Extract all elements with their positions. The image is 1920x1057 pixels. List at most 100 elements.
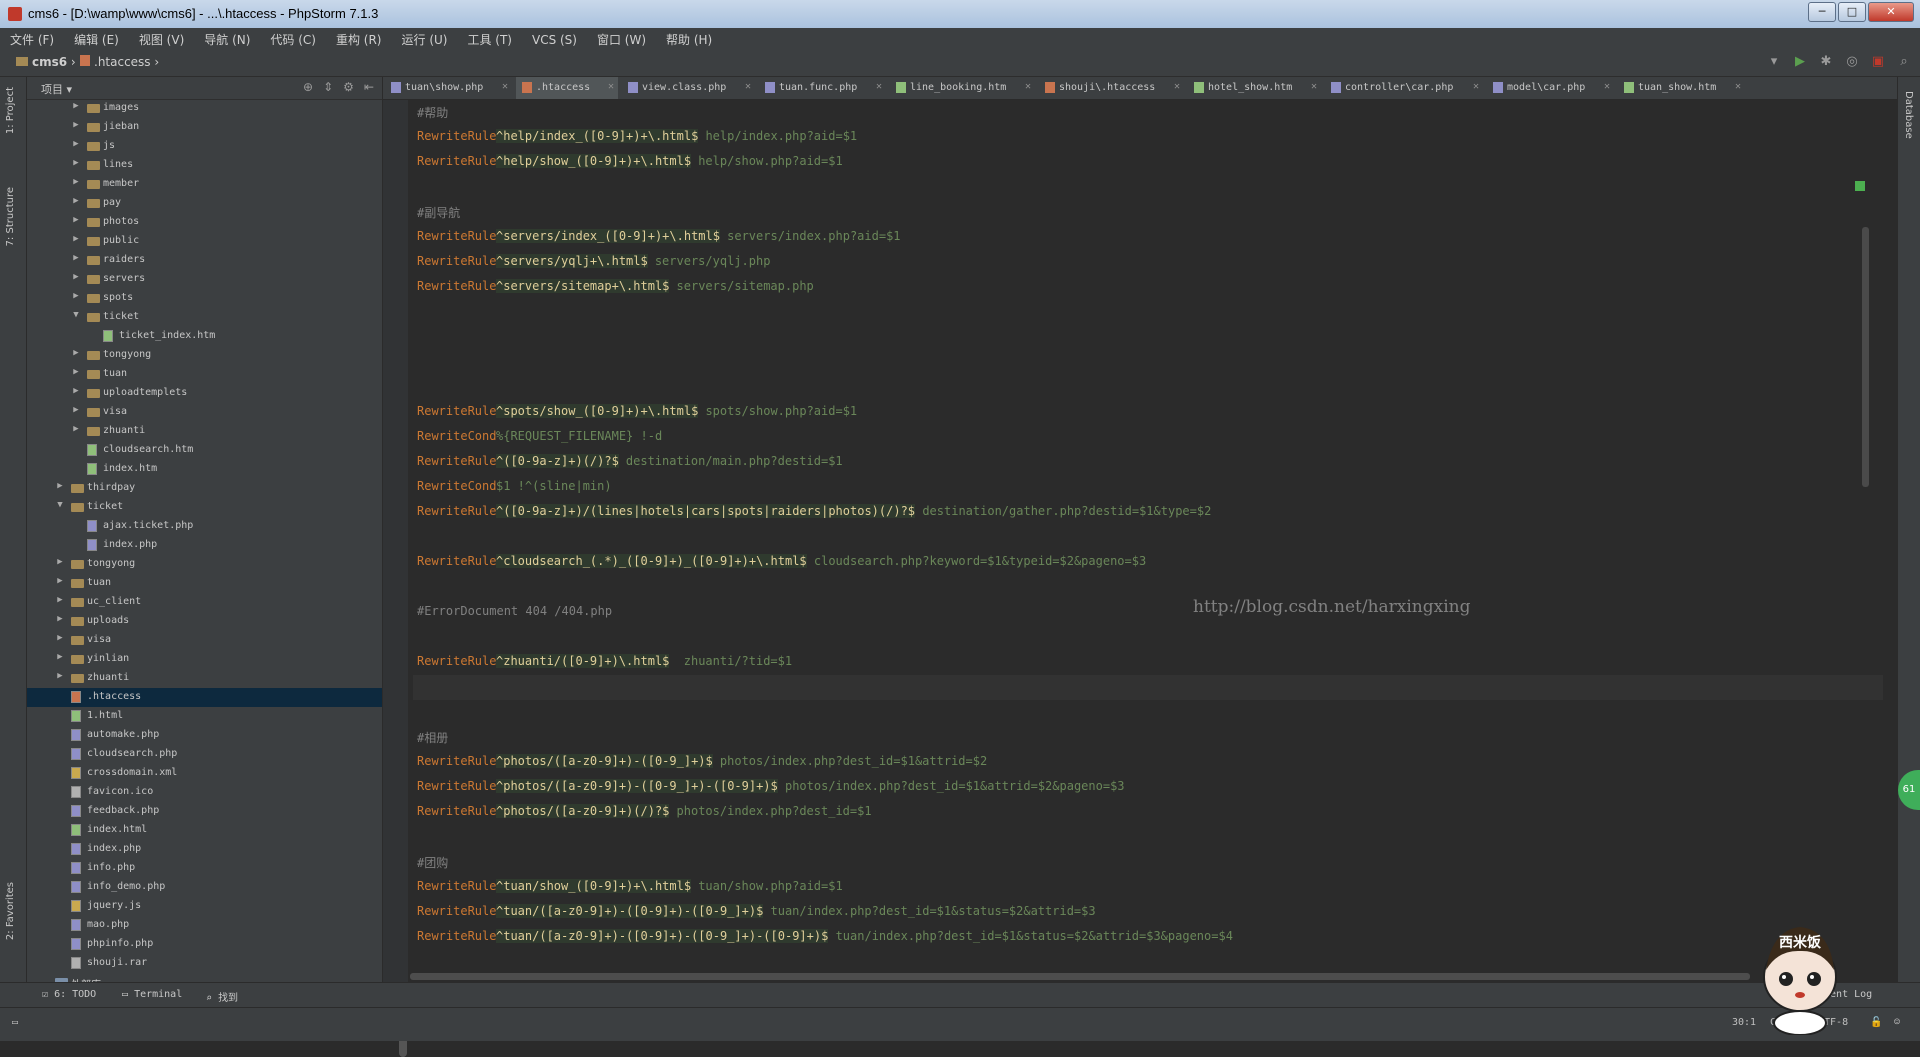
code-line[interactable]: RewriteRule ^([0-9a-z]+)/(lines|hotels|ca… (413, 500, 1883, 525)
editor-horizontal-scrollbar[interactable] (410, 973, 1750, 980)
collapsed-arrow-icon[interactable]: ▶ (55, 557, 65, 567)
tree-folder-item[interactable]: ▶ images (27, 99, 382, 118)
tree-file-item[interactable]: favicon.ico (27, 783, 382, 802)
listen-debug-icon[interactable]: ◎ (1844, 54, 1860, 70)
tree-folder-item[interactable]: ▶ tuan (27, 365, 382, 384)
editor-tab[interactable]: .htaccess ✕ (516, 77, 618, 99)
close-tab-icon[interactable]: ✕ (1735, 81, 1741, 92)
code-line[interactable] (413, 175, 1883, 200)
tool-windows-toggle-icon[interactable]: ▭ (12, 1017, 18, 1028)
collapsed-arrow-icon[interactable]: ▶ (71, 405, 81, 415)
editor-tab[interactable]: tuan\show.php ✕ (385, 77, 512, 99)
collapsed-arrow-icon[interactable]: ▶ (71, 158, 81, 168)
maximize-button[interactable]: □ (1838, 2, 1866, 22)
collapsed-arrow-icon[interactable]: ▶ (55, 652, 65, 662)
breadcrumb-project[interactable]: cms6 › (16, 55, 76, 69)
code-line[interactable]: RewriteRule ^tuan/show_([0-9]+)+\.html$ tu… (413, 875, 1883, 900)
code-line[interactable]: #ErrorDocument 404 /404.php (413, 600, 1883, 625)
editor-tab[interactable]: shouji\.htaccess ✕ (1039, 77, 1184, 99)
tree-folder-item[interactable]: ▶ public (27, 232, 382, 251)
tree-file-item[interactable]: cloudsearch.php (27, 745, 382, 764)
tree-folder-item[interactable]: ▶ tongyong (27, 555, 382, 574)
tree-folder-item[interactable]: ▶ jieban (27, 118, 382, 137)
collapsed-arrow-icon[interactable]: ▶ (55, 671, 65, 681)
tree-folder-item[interactable]: ▶ lines (27, 156, 382, 175)
collapsed-arrow-icon[interactable]: ▶ (71, 386, 81, 396)
minimize-button[interactable]: ─ (1808, 2, 1836, 22)
collapsed-arrow-icon[interactable]: ▶ (71, 215, 81, 225)
menu-item-9[interactable]: 窗口 (W) (587, 28, 656, 48)
tree-file-item[interactable]: crossdomain.xml (27, 764, 382, 783)
todo-tool-tab[interactable]: ☑ 6: TODO (42, 989, 96, 1000)
terminal-tool-tab[interactable]: ▭ Terminal (122, 989, 182, 1000)
collapsed-arrow-icon[interactable]: ▶ (71, 177, 81, 187)
tree-folder-item[interactable]: ▶ visa (27, 631, 382, 650)
scroll-from-source-icon[interactable]: ⊕ (303, 80, 313, 94)
tree-folder-item[interactable]: ▶ photos (27, 213, 382, 232)
close-tab-icon[interactable]: ✕ (876, 81, 882, 92)
code-line[interactable]: RewriteRule ^photos/([a-z0-9]+)-([0-9_]+)… (413, 750, 1883, 775)
code-line[interactable]: RewriteRule ^servers/yqlj+\.html$ servers/… (413, 250, 1883, 275)
code-line[interactable]: RewriteRule ^spots/show_([0-9]+)+\.html$ s… (413, 400, 1883, 425)
tree-file-item[interactable]: info.php (27, 859, 382, 878)
editor-tab[interactable]: model\car.php ✕ (1487, 77, 1614, 99)
code-line[interactable]: RewriteRule ^tuan/([a-z0-9]+)-([0-9]+)-([… (413, 925, 1883, 950)
menu-item-8[interactable]: VCS (S) (522, 30, 587, 47)
tree-file-item[interactable]: info_demo.php (27, 878, 382, 897)
close-tab-icon[interactable]: ✕ (1025, 81, 1031, 92)
tree-file-item[interactable]: ajax.ticket.php (27, 517, 382, 536)
code-line[interactable] (413, 825, 1883, 850)
code-line[interactable] (413, 575, 1883, 600)
structure-tool-tab[interactable]: 7: Structure (5, 187, 16, 246)
project-view-selector[interactable]: 项目 ▾ (41, 81, 72, 97)
settings-gear-icon[interactable]: ⚙ (343, 80, 354, 94)
tree-file-item[interactable]: ticket_index.htm (27, 327, 382, 346)
lock-icon[interactable]: 🔓 (1870, 1017, 1882, 1028)
collapsed-arrow-icon[interactable]: ▶ (71, 253, 81, 263)
tree-file-item[interactable]: shouji.rar (27, 954, 382, 973)
code-line[interactable] (413, 525, 1883, 550)
tree-folder-item[interactable]: ▶ tuan (27, 574, 382, 593)
tree-file-item[interactable]: index.php (27, 840, 382, 859)
tree-file-item[interactable]: 1.html (27, 707, 382, 726)
code-line[interactable] (413, 375, 1883, 400)
find-tool-tab[interactable]: ⌕ 找到 (206, 989, 238, 1004)
editor-tab[interactable]: controller\car.php ✕ (1325, 77, 1483, 99)
tree-folder-item[interactable]: ▶ visa (27, 403, 382, 422)
tree-file-item[interactable]: jquery.js (27, 897, 382, 916)
tree-folder-item[interactable]: ▶ js (27, 137, 382, 156)
close-tab-icon[interactable]: ✕ (745, 81, 751, 92)
code-line[interactable] (413, 625, 1883, 650)
editor-tab[interactable]: tuan.func.php ✕ (759, 77, 886, 99)
code-editor[interactable]: #帮助 RewriteRule ^help/index_([0-9]+)+\.htm… (413, 100, 1883, 950)
code-line[interactable] (413, 675, 1883, 700)
tree-folder-item[interactable]: ▶ tongyong (27, 346, 382, 365)
tree-folder-item[interactable]: ▼ ticket (27, 498, 382, 517)
tree-folder-item[interactable]: ▶ uploads (27, 612, 382, 631)
editor-tab[interactable]: line_booking.htm ✕ (890, 77, 1035, 99)
collapse-all-icon[interactable]: ⇕ (323, 80, 333, 94)
expanded-arrow-icon[interactable]: ▼ (71, 310, 81, 320)
code-line[interactable]: RewriteRule ^help/index_([0-9]+)+\.html$ h… (413, 125, 1883, 150)
collapsed-arrow-icon[interactable]: ▶ (55, 614, 65, 624)
collapsed-arrow-icon[interactable]: ▶ (71, 120, 81, 130)
debug-icon[interactable]: ✱ (1818, 54, 1834, 70)
tree-file-item[interactable]: feedback.php (27, 802, 382, 821)
code-line[interactable]: RewriteRule ^([0-9a-z]+)(/)?$ destination/… (413, 450, 1883, 475)
tree-folder-item[interactable]: ▶ thirdpay (27, 479, 382, 498)
collapsed-arrow-icon[interactable]: ▶ (71, 196, 81, 206)
collapsed-arrow-icon[interactable]: ▶ (55, 481, 65, 491)
close-button[interactable]: ✕ (1868, 2, 1914, 22)
collapsed-arrow-icon[interactable]: ▶ (71, 139, 81, 149)
editor-tab[interactable]: tuan_show.htm ✕ (1618, 77, 1745, 99)
deploy-icon[interactable]: ▣ (1870, 54, 1886, 70)
collapsed-arrow-icon[interactable]: ▶ (55, 576, 65, 586)
menu-item-7[interactable]: 工具 (T) (457, 28, 522, 48)
tree-file-item[interactable]: .htaccess (27, 688, 382, 707)
code-line[interactable]: RewriteRule ^photos/([a-z0-9]+)-([0-9_]+)… (413, 775, 1883, 800)
close-tab-icon[interactable]: ✕ (1311, 81, 1317, 92)
code-line[interactable]: RewriteCond %{REQUEST_FILENAME} !-d (413, 425, 1883, 450)
tree-file-item[interactable]: cloudsearch.htm (27, 441, 382, 460)
code-line[interactable]: RewriteCond $1 !^(sline|min) (413, 475, 1883, 500)
tree-folder-item[interactable]: ▶ zhuanti (27, 669, 382, 688)
